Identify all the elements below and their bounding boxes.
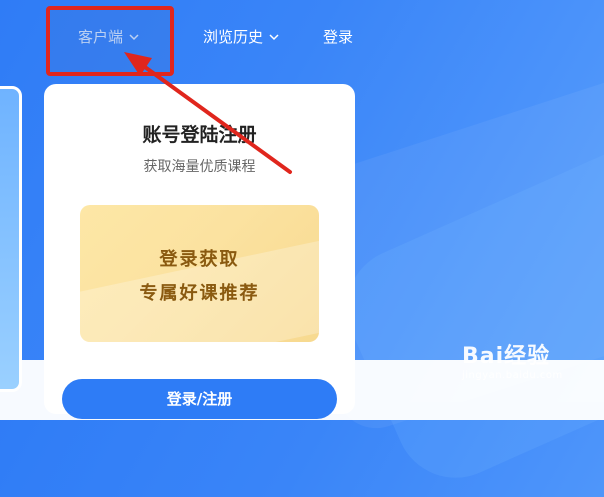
baidu-jingyan-watermark: Bai经验 jingyan.baidu.com	[462, 338, 563, 381]
promo-banner[interactable]: 登录获取 专属好课推荐	[80, 205, 319, 342]
nav-history-dropdown[interactable]: 浏览历史	[203, 26, 280, 47]
annotation-highlight-box	[46, 6, 174, 76]
background-band	[327, 123, 604, 497]
chevron-down-icon	[269, 33, 279, 40]
side-panel-edge	[0, 86, 22, 392]
watermark-url: jingyan.baidu.com	[462, 370, 563, 381]
login-card: 账号登陆注册 获取海量优质课程 登录获取 专属好课推荐 登录/注册	[44, 84, 355, 419]
nav-login-label: 登录	[323, 28, 354, 46]
card-subtitle: 获取海量优质课程	[143, 159, 256, 175]
watermark-brand: Bai经验	[462, 344, 551, 369]
promo-line-2: 专属好课推荐	[139, 283, 260, 304]
login-register-button[interactable]: 登录/注册	[62, 379, 337, 419]
promo-line-1: 登录获取	[159, 249, 240, 270]
nav-history-label: 浏览历史	[203, 28, 264, 46]
nav-login-link[interactable]: 登录	[323, 26, 353, 47]
card-title: 账号登陆注册	[142, 124, 257, 146]
